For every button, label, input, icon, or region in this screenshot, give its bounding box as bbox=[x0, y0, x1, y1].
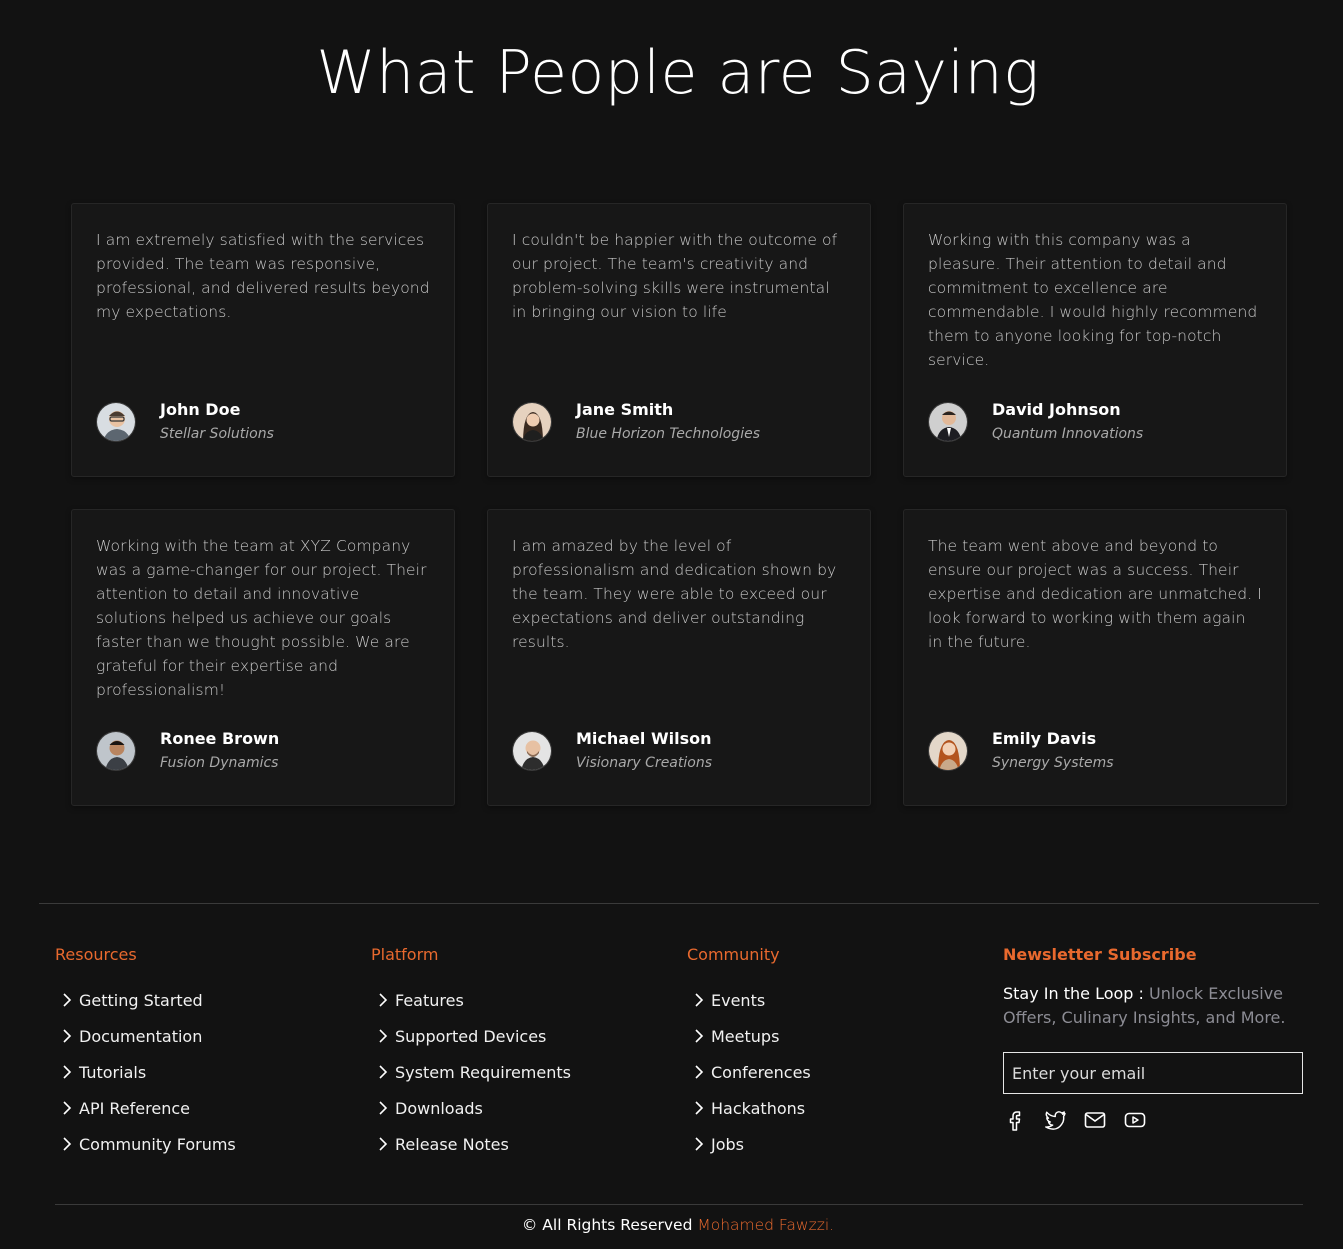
author-link[interactable]: Mohamed Fawzzi. bbox=[697, 1216, 834, 1234]
avatar-man-bald-icon bbox=[512, 731, 552, 771]
chevron-right-icon bbox=[379, 993, 388, 1007]
column-title: Platform bbox=[371, 945, 439, 964]
copyright-text: © All Rights Reserved bbox=[521, 1216, 693, 1234]
newsletter-description: Stay In the Loop : Unlock Exclusive Offe… bbox=[1003, 982, 1303, 1030]
testimonial-author: Michael Wilson Visionary Creations bbox=[512, 727, 712, 775]
testimonial-quote: Working with the team at XYZ Company was… bbox=[96, 537, 427, 699]
column-title: Newsletter Subscribe bbox=[1003, 945, 1197, 964]
chevron-right-icon bbox=[379, 1137, 388, 1151]
author-company: Visionary Creations bbox=[576, 755, 712, 771]
chevron-right-icon bbox=[695, 1101, 704, 1115]
copyright-divider bbox=[55, 1204, 1303, 1205]
testimonial-quote: The team went above and beyond to ensure… bbox=[928, 537, 1262, 651]
column-title: Resources bbox=[55, 945, 137, 964]
footer-link-documentation[interactable]: Documentation bbox=[55, 1018, 371, 1054]
author-name: Ronee Brown bbox=[160, 729, 280, 748]
chevron-right-icon bbox=[379, 1065, 388, 1079]
footer-link-events[interactable]: Events bbox=[687, 982, 1003, 1018]
footer-link-api-reference[interactable]: API Reference bbox=[55, 1090, 371, 1126]
footer-link-hackathons[interactable]: Hackathons bbox=[687, 1090, 1003, 1126]
footer-link-community-forums[interactable]: Community Forums bbox=[55, 1126, 371, 1162]
testimonial-quote: I am extremely satisfied with the servic… bbox=[96, 231, 430, 321]
testimonial-quote: I couldn't be happier with the outcome o… bbox=[512, 231, 838, 321]
testimonial-author: David Johnson Quantum Innovations bbox=[928, 398, 1143, 446]
chevron-right-icon bbox=[63, 993, 72, 1007]
chevron-right-icon bbox=[695, 1029, 704, 1043]
page-heading: What People are Saying bbox=[316, 38, 1040, 108]
avatar-man-icon bbox=[96, 731, 136, 771]
chevron-right-icon bbox=[379, 1029, 388, 1043]
chevron-right-icon bbox=[63, 1065, 72, 1079]
footer: Resources Getting Started Documentation … bbox=[55, 942, 1303, 1162]
author-name: David Johnson bbox=[992, 400, 1121, 419]
footer-link-getting-started[interactable]: Getting Started bbox=[55, 982, 371, 1018]
chevron-right-icon bbox=[63, 1029, 72, 1043]
testimonial-card: Working with this company was a pleasure… bbox=[903, 203, 1287, 477]
testimonial-quote: Working with this company was a pleasure… bbox=[928, 231, 1258, 369]
footer-link-system-requirements[interactable]: System Requirements bbox=[371, 1054, 687, 1090]
testimonial-author: Emily Davis Synergy Systems bbox=[928, 727, 1114, 775]
author-company: Blue Horizon Technologies bbox=[576, 426, 760, 442]
avatar-man-glasses-icon bbox=[96, 402, 136, 442]
social-links bbox=[1003, 1108, 1303, 1132]
footer-link-features[interactable]: Features bbox=[371, 982, 687, 1018]
newsletter-lead: Stay In the Loop : bbox=[1003, 984, 1144, 1003]
footer-link-supported-devices[interactable]: Supported Devices bbox=[371, 1018, 687, 1054]
footer-divider bbox=[39, 903, 1319, 904]
testimonial-card: The team went above and beyond to ensure… bbox=[903, 509, 1287, 806]
testimonial-author: Jane Smith Blue Horizon Technologies bbox=[512, 398, 760, 446]
footer-link-release-notes[interactable]: Release Notes bbox=[371, 1126, 687, 1162]
author-name: John Doe bbox=[160, 400, 241, 419]
youtube-icon[interactable] bbox=[1123, 1108, 1147, 1132]
author-company: Quantum Innovations bbox=[992, 426, 1144, 442]
twitter-icon[interactable] bbox=[1043, 1108, 1067, 1132]
avatar-woman-redhair-icon bbox=[928, 731, 968, 771]
testimonial-author: John Doe Stellar Solutions bbox=[96, 398, 274, 446]
avatar-man-suit-icon bbox=[928, 402, 968, 442]
author-name: Emily Davis bbox=[992, 729, 1097, 748]
footer-link-meetups[interactable]: Meetups bbox=[687, 1018, 1003, 1054]
chevron-right-icon bbox=[695, 1065, 704, 1079]
copyright: © All Rights Reserved Mohamed Fawzzi. bbox=[0, 1214, 1343, 1236]
testimonial-author: Ronee Brown Fusion Dynamics bbox=[96, 727, 279, 775]
author-company: Fusion Dynamics bbox=[160, 755, 279, 771]
mail-icon[interactable] bbox=[1083, 1108, 1107, 1132]
testimonial-card: I couldn't be happier with the outcome o… bbox=[487, 203, 871, 477]
chevron-right-icon bbox=[695, 993, 704, 1007]
chevron-right-icon bbox=[695, 1137, 704, 1151]
chevron-right-icon bbox=[379, 1101, 388, 1115]
testimonial-card: I am extremely satisfied with the servic… bbox=[71, 203, 455, 477]
footer-column-platform: Platform Features Supported Devices Syst… bbox=[371, 942, 687, 1162]
page: What People are Saying I am extremely sa… bbox=[0, 0, 1343, 1249]
footer-column-community: Community Events Meetups Conferences Hac… bbox=[687, 942, 1003, 1162]
email-input[interactable] bbox=[1003, 1052, 1303, 1094]
footer-column-newsletter: Newsletter Subscribe Stay In the Loop : … bbox=[1003, 942, 1303, 1162]
testimonial-card: I am amazed by the level of professional… bbox=[487, 509, 871, 806]
avatar-woman-icon bbox=[512, 402, 552, 442]
author-company: Synergy Systems bbox=[992, 755, 1114, 771]
footer-link-conferences[interactable]: Conferences bbox=[687, 1054, 1003, 1090]
author-name: Jane Smith bbox=[576, 400, 674, 419]
testimonial-card: Working with the team at XYZ Company was… bbox=[71, 509, 455, 806]
author-name: Michael Wilson bbox=[576, 729, 712, 748]
footer-column-resources: Resources Getting Started Documentation … bbox=[55, 942, 371, 1162]
chevron-right-icon bbox=[63, 1137, 72, 1151]
testimonials-grid: I am extremely satisfied with the servic… bbox=[71, 203, 1287, 806]
footer-link-downloads[interactable]: Downloads bbox=[371, 1090, 687, 1126]
facebook-icon[interactable] bbox=[1003, 1108, 1027, 1132]
column-title: Community bbox=[687, 945, 780, 964]
testimonial-quote: I am amazed by the level of professional… bbox=[512, 537, 837, 651]
author-company: Stellar Solutions bbox=[160, 426, 274, 442]
chevron-right-icon bbox=[63, 1101, 72, 1115]
footer-link-tutorials[interactable]: Tutorials bbox=[55, 1054, 371, 1090]
footer-link-jobs[interactable]: Jobs bbox=[687, 1126, 1003, 1162]
